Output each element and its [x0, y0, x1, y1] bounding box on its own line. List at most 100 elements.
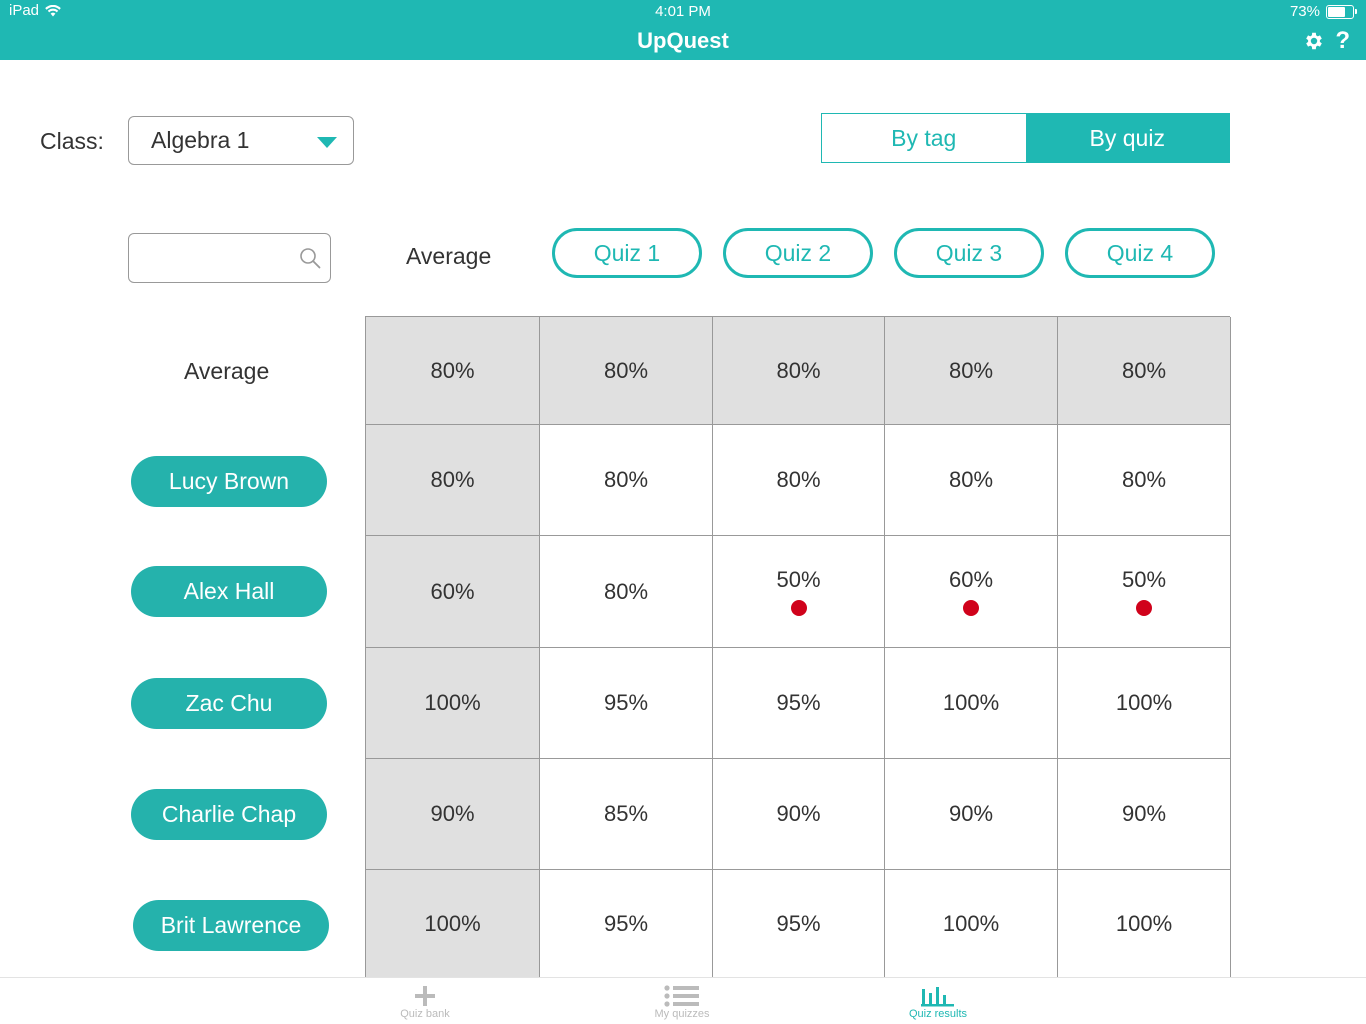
tab-my-quizzes[interactable]: My quizzes [602, 978, 762, 1024]
quiz-3-button[interactable]: Quiz 3 [894, 228, 1044, 278]
score-value: 80% [430, 467, 475, 492]
by-tag-button[interactable]: By tag [822, 114, 1026, 162]
score-value: 80% [948, 357, 994, 383]
quiz-score-cell: 80% [1058, 317, 1231, 425]
score-value: 80% [1121, 467, 1167, 492]
quiz-score-cell: 100% [885, 648, 1058, 759]
search-icon [300, 248, 321, 269]
student-row-charlie-chap: 90% 85% 90% 90% 90% [366, 759, 1231, 870]
student-button-brit-lawrence[interactable]: Brit Lawrence [133, 900, 329, 951]
view-toggle: By tag By quiz [821, 113, 1230, 163]
status-time: 4:01 PM [655, 3, 711, 20]
score-value: 85% [603, 801, 649, 826]
quiz-score-cell: 80% [1058, 425, 1231, 536]
quiz-score-cell: 80% [713, 425, 885, 536]
quiz-score-cell: 90% [885, 759, 1058, 870]
quiz-score-cell: 95% [713, 870, 885, 978]
score-value: 80% [603, 467, 649, 492]
score-value: 80% [776, 467, 821, 492]
tab-quiz-bank[interactable]: Quiz bank [345, 978, 505, 1024]
top-icons: ? [1303, 28, 1350, 54]
score-value: 90% [1121, 801, 1167, 826]
score-value: 100% [424, 910, 481, 936]
score-value: 100% [424, 690, 481, 715]
tab-bar: Quiz bank My quizzes Quiz results [0, 977, 1366, 1024]
average-row: 80% 80% 80% 80% 80% [366, 317, 1231, 425]
quiz-score-cell: 80% [540, 317, 713, 425]
class-dropdown-value: Algebra 1 [151, 127, 250, 153]
quiz-score-cell: 50% [1058, 536, 1231, 648]
gear-icon[interactable] [1303, 30, 1325, 52]
battery-percent: 73% [1289, 3, 1320, 20]
app-title: UpQuest [637, 28, 729, 53]
class-label: Class: [40, 128, 104, 154]
help-icon[interactable]: ? [1335, 28, 1350, 54]
score-value: 90% [776, 801, 821, 826]
student-button-alex-hall[interactable]: Alex Hall [131, 566, 327, 617]
average-score-cell: 80% [366, 317, 540, 425]
quiz-score-cell: 80% [885, 317, 1058, 425]
quiz-score-cell: 90% [1058, 759, 1231, 870]
score-value: 90% [430, 801, 475, 826]
low-score-flag-icon [790, 599, 807, 616]
score-value: 95% [776, 690, 821, 715]
student-row-zac-chu: 100% 95% 95% 100% 100% [366, 648, 1231, 759]
score-value: 60% [948, 566, 994, 592]
score-value: 95% [776, 910, 821, 936]
score-value: 80% [1121, 357, 1167, 383]
plus-icon [415, 986, 435, 1006]
quiz-score-cell: 80% [540, 425, 713, 536]
score-value: 80% [603, 578, 649, 604]
score-value: 50% [776, 566, 821, 592]
quiz-score-cell: 90% [713, 759, 885, 870]
quiz-score-cell: 80% [713, 317, 885, 425]
score-value: 90% [948, 801, 994, 826]
tab-label: Quiz results [908, 1008, 968, 1020]
average-row-label: Average [184, 358, 270, 384]
list-icon [664, 985, 699, 1007]
quiz-score-cell: 80% [540, 536, 713, 648]
score-value: 50% [1121, 566, 1167, 592]
average-score-cell: 90% [366, 759, 540, 870]
quiz-1-button[interactable]: Quiz 1 [552, 228, 702, 278]
quiz-score-cell: 95% [713, 648, 885, 759]
quiz-score-cell: 50% [713, 536, 885, 648]
score-value: 80% [603, 357, 649, 383]
average-score-cell: 80% [366, 425, 540, 536]
average-score-cell: 60% [366, 536, 540, 648]
quiz-score-cell: 100% [1058, 648, 1231, 759]
average-column-header: Average [406, 243, 492, 269]
student-search-input[interactable] [128, 233, 331, 283]
student-row-lucy-brown: 80% 80% 80% 80% 80% [366, 425, 1231, 536]
student-button-charlie-chap[interactable]: Charlie Chap [131, 789, 327, 840]
quiz-score-cell: 85% [540, 759, 713, 870]
by-quiz-button[interactable]: By quiz [1025, 114, 1229, 162]
tab-quiz-results[interactable]: Quiz results [858, 978, 1018, 1024]
quiz-2-button[interactable]: Quiz 2 [723, 228, 873, 278]
low-score-flag-icon [1136, 599, 1152, 616]
score-value: 80% [948, 467, 994, 492]
score-value: 100% [942, 690, 1000, 715]
low-score-flag-icon [963, 599, 979, 616]
chevron-down-icon [317, 137, 337, 148]
quiz-score-cell: 80% [885, 425, 1058, 536]
score-value: 80% [430, 357, 475, 383]
score-value: 100% [1115, 910, 1173, 936]
top-bar: iPad 4:01 PM 73% UpQuest ? [0, 0, 1366, 60]
student-row-brit-lawrence: 100% 95% 95% 100% 100% [366, 870, 1231, 978]
quiz-score-cell: 95% [540, 648, 713, 759]
student-button-lucy-brown[interactable]: Lucy Brown [131, 456, 327, 507]
quiz-score-cell: 95% [540, 870, 713, 978]
score-value: 80% [776, 357, 821, 383]
bar-chart-icon [921, 987, 954, 1007]
tab-label: My quizzes [654, 1008, 710, 1020]
student-button-zac-chu[interactable]: Zac Chu [131, 678, 327, 729]
quiz-4-button[interactable]: Quiz 4 [1065, 228, 1215, 278]
quiz-score-cell: 100% [1058, 870, 1231, 978]
tab-label: Quiz bank [400, 1008, 450, 1020]
score-value: 95% [603, 910, 649, 936]
class-dropdown[interactable]: Algebra 1 [128, 116, 354, 165]
score-value: 100% [1115, 690, 1173, 715]
battery-icon [1326, 4, 1357, 19]
average-score-cell: 100% [366, 648, 540, 759]
